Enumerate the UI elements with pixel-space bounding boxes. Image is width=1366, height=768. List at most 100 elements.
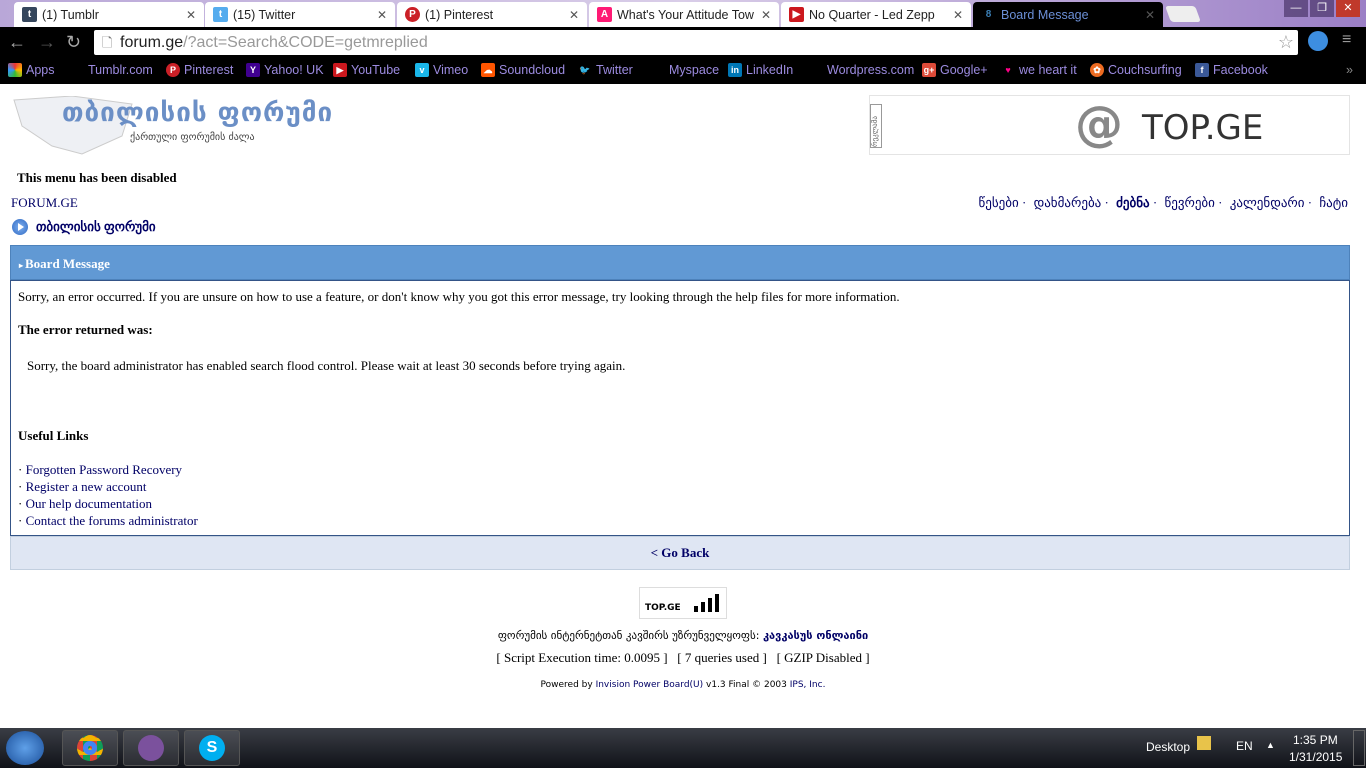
bookmark-myspace[interactable]: Myspace: [669, 63, 719, 77]
bookmark-label: Yahoo! UK: [264, 63, 324, 77]
start-button[interactable]: [6, 731, 44, 765]
bookmark-label: Apps: [26, 63, 55, 77]
tab-tumblr[interactable]: t (1) Tumblr ✕: [14, 2, 204, 27]
bookmark-vimeo[interactable]: v Vimeo: [415, 63, 468, 77]
tab-attitude[interactable]: A What's Your Attitude Tow ✕: [589, 2, 779, 27]
close-window-button[interactable]: ✕: [1336, 0, 1360, 17]
address-bar[interactable]: 🗋 forum.ge/?act=Search&CODE=getmreplied ☆: [94, 30, 1298, 55]
folder-icon[interactable]: [1197, 736, 1211, 750]
menu-icon[interactable]: ≡: [1342, 31, 1351, 49]
ips-link[interactable]: IPS, Inc.: [790, 680, 826, 690]
useful-links-heading: Useful Links: [18, 428, 89, 443]
bookmark-label: YouTube: [351, 63, 401, 77]
message-header: ▸ Board Message: [10, 245, 1350, 280]
taskbar-skype[interactable]: S: [184, 730, 240, 766]
bookmark-yahoo[interactable]: Y Yahoo! UK: [246, 63, 324, 77]
clock-date[interactable]: 1/31/2015: [1289, 750, 1342, 764]
bookmark-label: Facebook: [1213, 63, 1268, 77]
link-help-docs[interactable]: Our help documentation: [26, 496, 152, 511]
bookmark-label: Google+: [940, 63, 988, 77]
googleplus-icon: g+: [922, 63, 936, 77]
tab-label: (15) Twitter: [233, 7, 296, 22]
clock-time[interactable]: 1:35 PM: [1293, 733, 1338, 747]
close-icon[interactable]: ✕: [377, 8, 387, 22]
nav-calendar[interactable]: კალენდარი: [1230, 195, 1305, 210]
back-icon[interactable]: ←: [8, 32, 26, 53]
close-icon[interactable]: ✕: [953, 8, 963, 22]
viber-icon: [138, 735, 164, 761]
language-indicator[interactable]: EN: [1236, 739, 1253, 753]
top-ge-counter[interactable]: TOP.GE: [639, 587, 727, 619]
desktop-toolbar[interactable]: Desktop: [1146, 740, 1190, 754]
nav-chat[interactable]: ჩატი: [1319, 195, 1348, 210]
close-icon[interactable]: ✕: [1145, 8, 1155, 22]
message-title: Board Message: [25, 256, 110, 271]
bookmark-label: Twitter: [596, 63, 633, 77]
extension-icon[interactable]: [1308, 31, 1328, 51]
tab-twitter[interactable]: t (15) Twitter ✕: [205, 2, 395, 27]
bookmark-wordpress[interactable]: Wordpress.com: [827, 63, 914, 77]
show-desktop-button[interactable]: [1353, 730, 1365, 766]
error-heading: The error returned was:: [18, 322, 153, 337]
soundcloud-icon: ☁: [481, 63, 495, 77]
link-contact-admin[interactable]: Contact the forums administrator: [26, 513, 198, 528]
close-icon[interactable]: ✕: [186, 8, 196, 22]
gzip-status: [ GZIP Disabled ]: [776, 650, 870, 665]
chrome-icon: [77, 735, 103, 761]
nav-help[interactable]: დახმარება: [1034, 195, 1102, 210]
tab-label: (1) Pinterest: [425, 7, 494, 22]
twitter-icon: 🐦: [579, 65, 591, 75]
youtube-icon: ▶: [333, 63, 347, 77]
link-register[interactable]: Register a new account: [26, 479, 147, 494]
footer: TOP.GE ფორუმის ინტერნეტთან კავშირს უზრუნ…: [0, 587, 1366, 690]
bookmark-label: Myspace: [669, 63, 720, 77]
bookmark-pinterest[interactable]: P Pinterest: [166, 63, 233, 77]
tab-pinterest[interactable]: P (1) Pinterest ✕: [397, 2, 587, 27]
maximize-button[interactable]: ❐: [1310, 0, 1334, 17]
bookmark-twitter[interactable]: 🐦 Twitter: [578, 63, 633, 77]
apps-icon: [8, 63, 22, 77]
bookmark-couchsurfing[interactable]: ✿ Couchsurfing: [1090, 63, 1182, 77]
site-home-link[interactable]: FORUM.GE: [11, 195, 78, 211]
top-navigation: წესები · დახმარება · ძებნა · წევრები · კ…: [978, 195, 1348, 210]
tab-youtube[interactable]: ▶ No Quarter - Led Zepp ✕: [781, 2, 971, 27]
nav-search[interactable]: ძებნა: [1116, 195, 1150, 210]
forward-icon[interactable]: →: [38, 32, 56, 53]
taskbar-viber[interactable]: [123, 730, 179, 766]
bookmark-googleplus[interactable]: g+ Google+: [922, 63, 988, 77]
bookmark-facebook[interactable]: f Facebook: [1195, 63, 1268, 77]
tab-board-message[interactable]: 8 Board Message ✕: [973, 2, 1163, 27]
top-ge-banner[interactable]: რეკლამა @ TOP.GE: [869, 95, 1350, 155]
bookmark-tumblr[interactable]: Tumblr.com: [88, 63, 153, 77]
bookmark-label: Soundcloud: [499, 63, 566, 77]
bookmark-label: Pinterest: [184, 63, 234, 77]
isp-link[interactable]: კავკასუს ონლაინი: [763, 629, 868, 642]
pinterest-icon: P: [405, 7, 420, 22]
bookmark-weheartit[interactable]: ♥ we heart it: [1001, 63, 1077, 77]
ipb-link[interactable]: Invision Power Board(U): [596, 680, 704, 690]
minimize-button[interactable]: —: [1284, 0, 1308, 17]
bookmark-label: Tumblr.com: [88, 63, 153, 77]
go-back-button[interactable]: < Go Back: [10, 536, 1350, 570]
pinterest-icon: P: [166, 63, 180, 77]
reload-icon[interactable]: ↻: [66, 32, 81, 53]
close-icon[interactable]: ✕: [569, 8, 579, 22]
star-icon[interactable]: ☆: [1278, 30, 1294, 55]
breadcrumb-link[interactable]: თბილისის ფორუმი: [36, 219, 156, 235]
forum-logo[interactable]: თბილისის ფორუმი ქართული ფორუმის ძალა: [12, 95, 332, 158]
bookmark-soundcloud[interactable]: ☁ Soundcloud: [481, 63, 565, 77]
tray-arrow-icon[interactable]: ▲: [1266, 740, 1275, 750]
tab-strip: t (1) Tumblr ✕ t (15) Twitter ✕ P (1) Pintere…: [0, 0, 1366, 27]
play-arrow-icon: [12, 219, 28, 235]
bookmark-youtube[interactable]: ▶ YouTube: [333, 63, 400, 77]
bookmark-linkedin[interactable]: in LinkedIn: [728, 63, 793, 77]
nav-members[interactable]: წევრები: [1164, 195, 1214, 210]
taskbar-chrome[interactable]: [62, 730, 118, 766]
bookmark-apps[interactable]: Apps: [8, 63, 55, 77]
bookmarks-overflow[interactable]: »: [1346, 63, 1353, 77]
close-icon[interactable]: ✕: [761, 8, 771, 22]
nav-rules[interactable]: წესები: [979, 195, 1019, 210]
link-password-recovery[interactable]: Forgotten Password Recovery: [26, 462, 182, 477]
bookmark-label: we heart it: [1019, 63, 1077, 77]
new-tab-button[interactable]: [1165, 6, 1201, 22]
